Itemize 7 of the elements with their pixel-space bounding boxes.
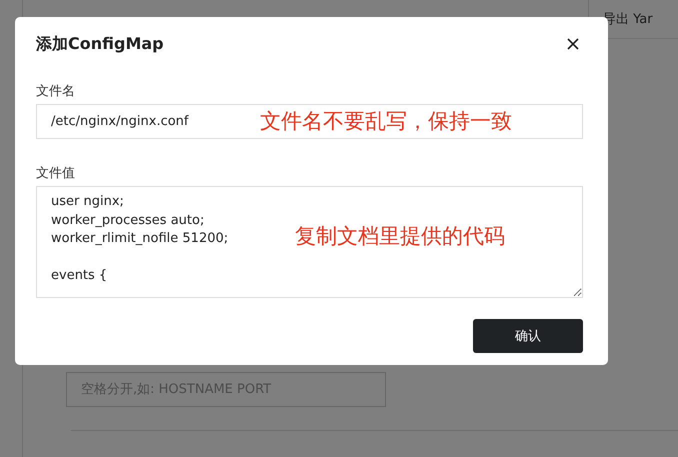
annotation-text: 文件名不要乱写，保持一致 xyxy=(260,108,512,135)
field-label: 文件名 xyxy=(36,83,76,100)
confirm-button[interactable]: 确认 xyxy=(473,319,583,353)
field-label: 文件值 xyxy=(36,165,76,182)
dialog-title: 添加ConfigMap xyxy=(36,34,164,54)
annotation-text: 复制文档里提供的代码 xyxy=(295,223,505,250)
close-icon[interactable] xyxy=(567,38,579,50)
